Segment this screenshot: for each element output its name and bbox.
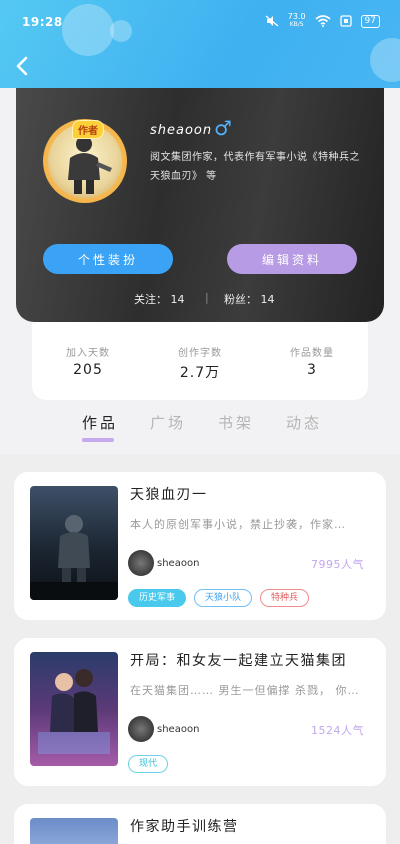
author-avatar bbox=[128, 550, 154, 576]
network-speed-unit: KB/S bbox=[289, 21, 304, 28]
work-tags: 历史军事 天狼小队 特种兵 bbox=[128, 589, 310, 607]
work-card[interactable]: 天狼血刃一 本人的原创军事小说，禁止抄袭，作家… sheaoon 7995人气 … bbox=[14, 472, 386, 620]
wifi-icon bbox=[315, 15, 331, 27]
work-author: sheaoon bbox=[128, 716, 199, 742]
author-bio: 阅文集团作家，代表作有军事小说《特种兵之天狼血刃》 等 bbox=[150, 152, 360, 182]
content-tabs: 作品 广场 书架 动态 bbox=[0, 412, 400, 452]
decorate-button[interactable]: 个性装扮 bbox=[43, 244, 173, 274]
work-author-name: sheaoon bbox=[157, 723, 200, 735]
work-title[interactable]: 天狼血刃一 bbox=[130, 484, 208, 504]
tag[interactable]: 现代 bbox=[128, 755, 169, 773]
couple-cover-art bbox=[38, 669, 110, 754]
work-description: 在天猫集团…… 男生一但偏撑 杀戮， 你… bbox=[130, 684, 360, 697]
profile-card: 作者 sheaoon ♂ 阅文集团作家，代表作有军事小说《特种兵之天狼血刃》 等… bbox=[16, 88, 384, 322]
stat-label: 创作字数 bbox=[178, 348, 222, 359]
active-tab-indicator bbox=[82, 438, 114, 442]
sim-card-icon bbox=[339, 15, 352, 27]
tab-dynamics[interactable]: 动态 bbox=[286, 412, 322, 433]
male-gender-icon: ♂ bbox=[214, 116, 232, 140]
stat-label: 加入天数 bbox=[66, 348, 110, 359]
username: sheaoon bbox=[150, 123, 213, 138]
work-title[interactable]: 开局：和女友一起建立天猫集团 bbox=[130, 650, 347, 670]
stat-works-count: 作品数量 3 bbox=[262, 344, 362, 378]
book-cover[interactable] bbox=[30, 818, 118, 844]
stat-value: 2.7万 bbox=[179, 365, 221, 381]
book-cover[interactable] bbox=[30, 652, 118, 766]
stat-value: 3 bbox=[307, 362, 317, 378]
back-arrow-icon[interactable] bbox=[12, 54, 34, 78]
work-card[interactable]: 作家助手训练营 bbox=[14, 804, 386, 844]
decor-bubble bbox=[370, 38, 400, 82]
stat-word-count: 创作字数 2.7万 bbox=[150, 344, 250, 382]
network-speed: 73.0 KB/S bbox=[288, 13, 306, 29]
book-cover[interactable] bbox=[30, 486, 118, 600]
work-author: sheaoon bbox=[128, 550, 199, 576]
tab-square[interactable]: 广场 bbox=[150, 412, 186, 433]
work-tags: 现代 bbox=[128, 755, 169, 773]
work-description: 本人的原创军事小说，禁止抄袭，作家… bbox=[130, 518, 346, 531]
popularity-count: 1524人气 bbox=[311, 724, 364, 737]
soldier-cover-art bbox=[30, 515, 118, 600]
tag[interactable]: 天狼小队 bbox=[194, 589, 253, 607]
stat-label: 作品数量 bbox=[290, 348, 334, 359]
author-stats-panel: 加入天数 205 创作字数 2.7万 作品数量 3 bbox=[32, 322, 368, 400]
tab-bookshelf[interactable]: 书架 bbox=[218, 412, 254, 433]
stat-join-days: 加入天数 205 bbox=[38, 344, 138, 378]
work-author-name: sheaoon bbox=[157, 557, 200, 569]
battery-indicator: 97 bbox=[360, 14, 380, 28]
divider: | bbox=[205, 291, 209, 304]
status-bar: 19:28 73.0 KB/S 97 bbox=[0, 0, 400, 44]
work-title[interactable]: 作家助手训练营 bbox=[130, 816, 239, 836]
mute-icon bbox=[265, 15, 279, 27]
tab-works[interactable]: 作品 bbox=[82, 412, 118, 433]
edit-profile-button[interactable]: 编辑资料 bbox=[227, 244, 357, 274]
author-avatar bbox=[128, 716, 154, 742]
tag[interactable]: 历史军事 bbox=[128, 589, 187, 607]
tag[interactable]: 特种兵 bbox=[260, 589, 310, 607]
author-badge: 作者 bbox=[72, 120, 104, 139]
fans-count[interactable]: 粉丝： 14 bbox=[224, 291, 275, 307]
top-header-bar: 19:28 73.0 KB/S 97 bbox=[0, 0, 400, 88]
network-speed-value: 73.0 bbox=[287, 12, 306, 21]
work-card[interactable]: 开局：和女友一起建立天猫集团 在天猫集团…… 男生一但偏撑 杀戮， 你… she… bbox=[14, 638, 386, 786]
stat-value: 205 bbox=[73, 362, 103, 378]
status-time: 19:28 bbox=[22, 15, 63, 29]
popularity-count: 7995人气 bbox=[311, 558, 364, 571]
following-count[interactable]: 关注： 14 bbox=[134, 291, 185, 307]
